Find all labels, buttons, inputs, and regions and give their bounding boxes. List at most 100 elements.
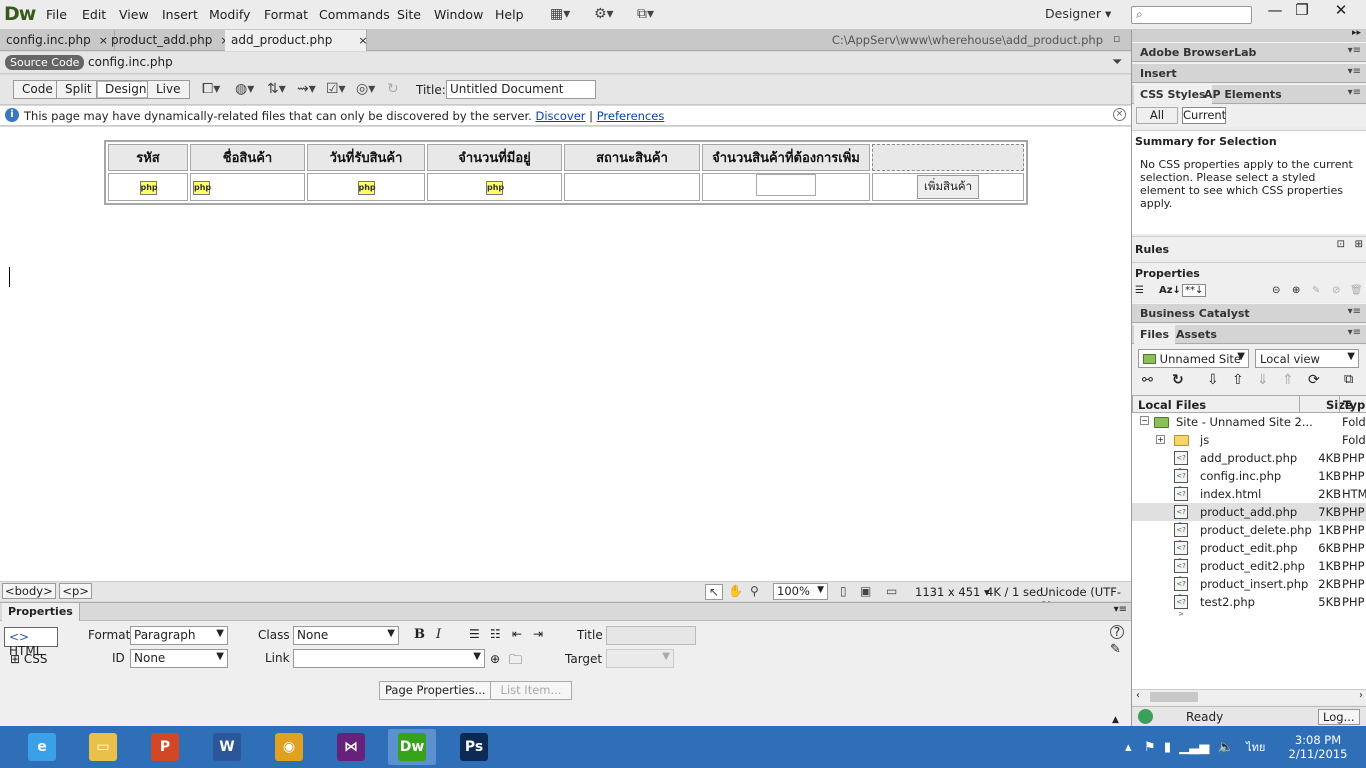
file-row[interactable]: <?> product_insert.php 2KBPHP: [1132, 575, 1366, 600]
delete-rule-icon[interactable]: 🗑: [1350, 285, 1363, 296]
file-row[interactable]: <?> product_delete.php 1KBPHP: [1132, 521, 1366, 546]
product-table[interactable]: รหัส ชื่อสินค้า วันที่รับสินค้า จำนวนที่…: [104, 140, 1028, 205]
bold-button[interactable]: B: [414, 627, 425, 642]
taskbar-powerpoint[interactable]: P: [141, 729, 189, 765]
window-size[interactable]: 1131 x 451 ▾: [915, 585, 990, 599]
table-cell[interactable]: php: [307, 173, 425, 201]
language-indicator[interactable]: ไทย: [1246, 741, 1265, 754]
insert-panel-header[interactable]: Insert ▾≡: [1132, 63, 1366, 83]
header-cell[interactable]: จำนวนสินค้าที่ต้องการเพิ่ม: [702, 144, 870, 171]
close-window-button[interactable]: ✕: [1324, 1, 1358, 23]
disable-rule-icon[interactable]: ⊘: [1332, 285, 1340, 296]
ordered-list-icon[interactable]: ☷: [490, 627, 501, 641]
menu-modify[interactable]: Modify: [209, 7, 250, 22]
code-view-button[interactable]: Code: [13, 80, 62, 99]
visual-aids-icon[interactable]: ◎▾: [356, 81, 375, 97]
file-row[interactable]: <?> product_edit.php 6KBPHP: [1132, 539, 1366, 564]
design-view[interactable]: รหัส ชื่อสินค้า วันที่รับสินค้า จำนวนที่…: [0, 127, 1131, 581]
show-info-icon[interactable]: ⊞: [1355, 239, 1363, 250]
network-icon[interactable]: ▁▃▅: [1179, 740, 1209, 755]
add-product-button[interactable]: เพิ่มสินค้า: [916, 175, 980, 199]
tray-arrow-icon[interactable]: ▴: [1125, 740, 1132, 755]
taskbar-visual-studio[interactable]: ⋈: [327, 729, 375, 765]
inspect-icon[interactable]: ⇝▾: [297, 81, 316, 97]
tab-ap-elements[interactable]: AP Elements: [1198, 85, 1288, 104]
panel-menu-icon[interactable]: ▾≡: [1348, 306, 1361, 317]
page-properties-button[interactable]: Page Properties...: [379, 681, 492, 700]
browse-folder-icon[interactable]: 🗀: [509, 651, 522, 673]
hand-tool-icon[interactable]: ✋: [728, 584, 743, 598]
log-button[interactable]: Log...: [1318, 709, 1360, 725]
expand-toggle-icon[interactable]: +: [1156, 435, 1165, 444]
collapse-panels-icon[interactable]: ▸▸: [1352, 28, 1361, 38]
restore-doc-icon[interactable]: ▫: [1113, 32, 1120, 45]
italic-button[interactable]: I: [436, 627, 441, 642]
multiscreen-icon[interactable]: ⧠▾: [202, 81, 220, 97]
tablet-size-icon[interactable]: ▣: [860, 584, 871, 598]
panel-menu-icon[interactable]: ▾≡: [1114, 604, 1127, 615]
connect-icon[interactable]: ⚯: [1142, 373, 1153, 388]
file-row[interactable]: <?> config.inc.php 1KBPHP: [1132, 467, 1366, 492]
taskbar-word[interactable]: W: [203, 729, 251, 765]
menu-commands[interactable]: Commands: [319, 7, 390, 22]
collapse-icon[interactable]: ▲: [1112, 715, 1119, 725]
unordered-list-icon[interactable]: ☰: [469, 627, 480, 641]
gear-icon[interactable]: ⚙▾: [594, 6, 620, 24]
close-info-icon[interactable]: ×: [1113, 108, 1126, 121]
file-management-icon[interactable]: ⇅▾: [267, 81, 286, 97]
all-button[interactable]: All: [1136, 107, 1178, 124]
tag-p[interactable]: <p>: [59, 583, 92, 599]
title-input[interactable]: [606, 626, 696, 645]
scroll-thumb[interactable]: [1150, 692, 1198, 702]
menu-format[interactable]: Format: [264, 7, 308, 22]
edit-rule-icon[interactable]: ✎: [1312, 285, 1320, 296]
id-select[interactable]: None ▼: [130, 649, 228, 668]
collapse-toggle-icon[interactable]: −: [1140, 416, 1149, 425]
taskbar-chrome[interactable]: ◉: [265, 729, 313, 765]
site-manager-icon[interactable]: ⧉▾: [637, 6, 663, 24]
css-mode-button[interactable]: ⊞ CSS: [10, 652, 48, 666]
browserlab-panel-header[interactable]: Adobe BrowserLab ▾≡: [1132, 42, 1366, 62]
preferences-link[interactable]: Preferences: [597, 109, 665, 123]
volume-icon[interactable]: 🔈: [1218, 740, 1234, 755]
outdent-icon[interactable]: ⇤: [512, 627, 522, 641]
taskbar-internet-explorer[interactable]: e: [18, 729, 66, 765]
refresh-icon[interactable]: ↻: [1172, 372, 1184, 388]
quick-tag-editor-icon[interactable]: ✎: [1110, 642, 1121, 657]
class-select[interactable]: None ▼: [293, 626, 399, 645]
live-view-button[interactable]: Live: [147, 80, 190, 99]
alphabetical-view-icon[interactable]: Az↓: [1159, 285, 1181, 296]
business-catalyst-header[interactable]: Business Catalyst ▾≡: [1132, 303, 1366, 323]
html-mode-button[interactable]: <> HTML: [4, 627, 58, 658]
indent-icon[interactable]: ⇥: [533, 627, 543, 641]
menu-insert[interactable]: Insert: [162, 7, 198, 22]
taskbar-dreamweaver[interactable]: Dw: [388, 729, 436, 765]
table-cell[interactable]: [564, 173, 700, 201]
panel-menu-icon[interactable]: ▾≡: [1348, 87, 1361, 98]
battery-icon[interactable]: ▮: [1164, 740, 1171, 755]
discover-link[interactable]: Discover: [535, 109, 585, 123]
table-cell[interactable]: [702, 173, 870, 201]
new-rule-icon[interactable]: ⊕: [1292, 285, 1300, 296]
workspace-switcher[interactable]: Designer ▾: [1045, 6, 1111, 21]
header-cell[interactable]: วันที่รับสินค้า: [307, 144, 425, 171]
tab-add-product[interactable]: add_product.php ×: [225, 30, 368, 51]
panel-menu-icon[interactable]: ▾≡: [1348, 327, 1361, 338]
action-center-icon[interactable]: ⚑: [1144, 740, 1156, 755]
table-cell[interactable]: เพิ่มสินค้า: [872, 173, 1024, 201]
properties-title[interactable]: Properties: [2, 603, 80, 621]
validate-icon[interactable]: ☑▾: [326, 81, 346, 97]
zoom-select[interactable]: 100% ▼: [773, 583, 828, 600]
clock[interactable]: 3:08 PM 2/11/2015: [1288, 733, 1348, 761]
site-select[interactable]: Unnamed Site ▼: [1138, 349, 1249, 368]
zoom-tool-icon[interactable]: ⚲: [750, 584, 759, 598]
file-row[interactable]: + js Folde: [1132, 431, 1366, 449]
scroll-left-icon[interactable]: ‹: [1136, 690, 1140, 701]
col-type[interactable]: Typ: [1339, 396, 1365, 412]
current-button[interactable]: Current: [1182, 107, 1226, 124]
taskbar-file-explorer[interactable]: ▭: [79, 729, 127, 765]
header-cell[interactable]: จำนวนที่มีอยู่: [427, 144, 562, 171]
menu-site[interactable]: Site: [397, 7, 421, 22]
header-cell[interactable]: สถานะสินค้า: [564, 144, 700, 171]
mobile-size-icon[interactable]: ▯: [840, 584, 847, 598]
